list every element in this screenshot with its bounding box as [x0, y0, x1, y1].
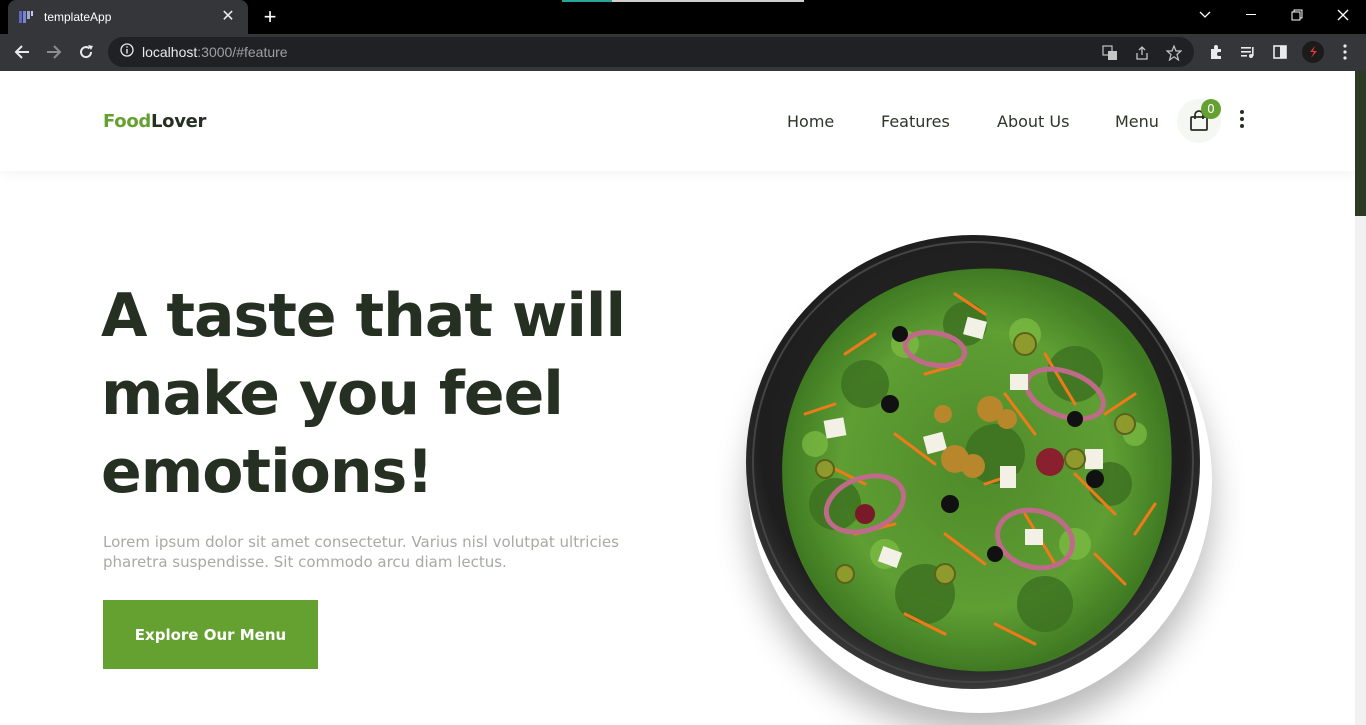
- address-bar[interactable]: localhost:3000/#feature: [108, 37, 1194, 67]
- cart-count-badge: 0: [1201, 99, 1221, 119]
- site-info-icon[interactable]: [120, 42, 134, 62]
- site-logo[interactable]: FoodLover: [103, 111, 206, 132]
- minimize-icon[interactable]: [1228, 0, 1274, 30]
- restore-icon[interactable]: [1274, 0, 1320, 30]
- tab-search-icon[interactable]: [1182, 0, 1228, 30]
- url-host: localhost: [142, 44, 198, 60]
- bookmark-star-icon[interactable]: [1165, 44, 1183, 62]
- browser-menu-icon[interactable]: [1331, 38, 1359, 66]
- close-window-icon[interactable]: [1320, 0, 1366, 30]
- loading-indicator-track: [612, 0, 804, 2]
- side-panel-icon[interactable]: [1266, 38, 1294, 66]
- extensions-icon[interactable]: [1202, 38, 1230, 66]
- browser-tab-bar: templateApp ✕ +: [0, 0, 1366, 34]
- hero-title-line: A taste that will: [101, 281, 626, 351]
- hero-title-line: emotions!: [101, 437, 434, 507]
- url-path: :3000/#feature: [197, 44, 288, 60]
- logo-part-food: Food: [103, 111, 151, 132]
- forward-icon[interactable]: [40, 38, 68, 66]
- media-queue-icon[interactable]: [1234, 38, 1262, 66]
- reload-icon[interactable]: [72, 38, 100, 66]
- nav-menu[interactable]: Menu: [1115, 112, 1159, 131]
- nav-home[interactable]: Home: [787, 112, 834, 131]
- profile-avatar[interactable]: [1299, 38, 1327, 66]
- salad-plate-image: [746, 235, 1200, 689]
- close-tab-icon[interactable]: ✕: [218, 7, 238, 27]
- new-tab-icon[interactable]: +: [258, 5, 282, 29]
- browser-tab[interactable]: templateApp ✕: [8, 0, 248, 34]
- nav-about-us[interactable]: About Us: [997, 112, 1069, 131]
- site-header: FoodLover Home Features About Us Menu 0: [0, 71, 1355, 171]
- share-icon[interactable]: [1133, 44, 1151, 62]
- scrollbar-thumb[interactable]: [1355, 71, 1366, 216]
- back-icon[interactable]: [8, 38, 36, 66]
- hero-title: A taste that will make you feel emotions…: [101, 277, 661, 511]
- hero-subtitle: Lorem ipsum dolor sit amet consectetur. …: [103, 533, 619, 571]
- app-favicon-icon: [18, 9, 34, 25]
- explore-menu-button[interactable]: Explore Our Menu: [103, 600, 318, 669]
- page-scrollbar[interactable]: [1355, 71, 1366, 725]
- page-viewport: FoodLover Home Features About Us Menu 0 …: [0, 71, 1366, 725]
- tab-title: templateApp: [44, 10, 112, 24]
- nav-features[interactable]: Features: [881, 112, 950, 131]
- logo-part-lover: Lover: [150, 111, 207, 132]
- more-options-icon[interactable]: [1232, 107, 1252, 131]
- browser-toolbar: localhost:3000/#feature: [0, 34, 1366, 71]
- hero-title-line: make you feel: [101, 359, 564, 429]
- loading-indicator: [562, 0, 612, 2]
- translate-icon[interactable]: [1101, 44, 1119, 62]
